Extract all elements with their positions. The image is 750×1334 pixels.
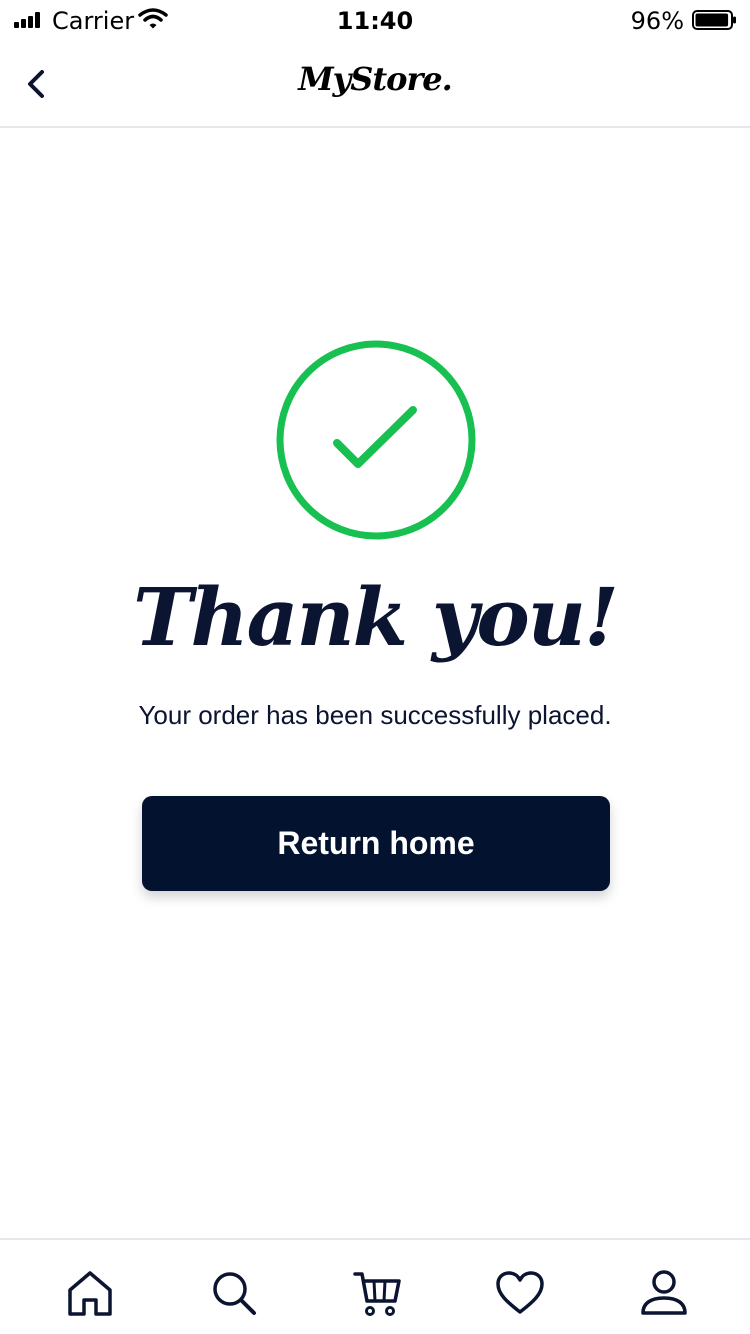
home-icon[interactable] — [65, 1268, 115, 1318]
order-success-message: Your order has been successfully placed. — [138, 700, 612, 730]
status-bar: Carrier 11:40 96% — [0, 0, 750, 40]
nav-bar: MyStore. — [0, 40, 750, 128]
heart-icon[interactable] — [495, 1268, 545, 1318]
store-logo: MyStore. — [298, 60, 453, 98]
thank-you-heading: Thank you! — [132, 570, 619, 664]
user-icon[interactable] — [639, 1268, 689, 1318]
battery-icon — [692, 10, 736, 30]
check-circle-icon — [276, 340, 476, 540]
cart-icon[interactable] — [352, 1268, 402, 1318]
search-icon[interactable] — [209, 1268, 259, 1318]
order-confirmation-screen: Carrier 11:40 96% MyStore. Thank you! Yo… — [0, 0, 750, 1334]
return-home-button[interactable]: Return home — [142, 796, 610, 891]
tab-bar — [0, 1238, 750, 1334]
battery-percent: 96% — [630, 7, 684, 35]
